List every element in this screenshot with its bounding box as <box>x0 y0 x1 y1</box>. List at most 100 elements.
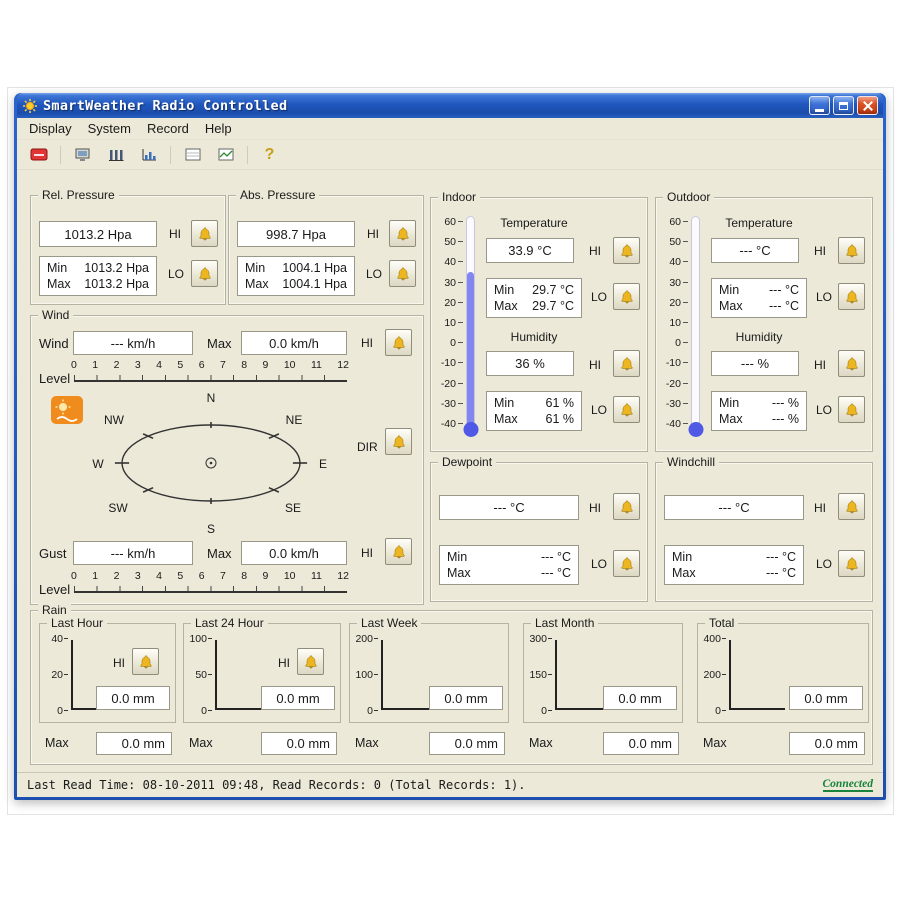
rain-week-max-field[interactable]: 0.0 mm <box>429 732 505 755</box>
windchill-lo-alarm-button[interactable] <box>838 550 865 577</box>
scale-tick-label: 4 <box>156 359 162 371</box>
indoor-hum-hi-alarm-button[interactable] <box>613 350 640 377</box>
indoor-temp-minmax-field[interactable]: Min29.7 °C Max29.7 °C <box>486 278 582 318</box>
outdoor-humidity-field[interactable]: --- % <box>711 351 799 376</box>
rain-month-max-field[interactable]: 0.0 mm <box>603 732 679 755</box>
rain-hour-value-field[interactable]: 0.0 mm <box>96 686 170 710</box>
rel-pressure-minmax-field[interactable]: Min1013.2 Hpa Max1013.2 Hpa <box>39 256 157 296</box>
rain-scale-label: 150 <box>529 669 552 681</box>
rain-month-value-field[interactable]: 0.0 mm <box>603 686 677 710</box>
abs-pressure-max: 1004.1 Hpa <box>282 277 347 291</box>
help-button[interactable]: ? <box>256 143 283 167</box>
rain-total-value-field[interactable]: 0.0 mm <box>789 686 863 710</box>
min-label: Min <box>494 283 514 297</box>
abs-pressure-lo-alarm-button[interactable] <box>389 260 416 287</box>
outdoor-hum-lo-alarm-button[interactable] <box>838 396 865 423</box>
bell-icon <box>844 289 860 305</box>
humidity-label: Humidity <box>486 330 582 344</box>
rel-pressure-value-field[interactable]: 1013.2 Hpa <box>39 221 157 247</box>
exit-button[interactable] <box>25 143 52 167</box>
wind-dir-alarm-button[interactable] <box>385 428 412 455</box>
dewpoint-group: Dewpoint --- °C HI Min--- °C Max--- °C L… <box>430 462 648 602</box>
indoor-temp-lo-alarm-button[interactable] <box>613 283 640 310</box>
rain-hour-value: 0.0 mm <box>111 691 154 706</box>
rain-hour-max-field[interactable]: 0.0 mm <box>96 732 172 755</box>
bell-icon <box>391 335 407 351</box>
title-bar[interactable]: SmartWeather Radio Controlled <box>17 93 883 118</box>
outdoor-temperature-field[interactable]: --- °C <box>711 238 799 263</box>
rain-24h-hi-alarm-button[interactable] <box>297 648 324 675</box>
wind-max-field[interactable]: 0.0 km/h <box>241 331 347 355</box>
abs-pressure-value: 998.7 Hpa <box>266 227 326 242</box>
rain-week-value-field[interactable]: 0.0 mm <box>429 686 503 710</box>
wind-hi-alarm-button[interactable] <box>385 329 412 356</box>
rain-scale-label: 0 <box>367 705 378 717</box>
rel-pressure-lo-alarm-button[interactable] <box>191 260 218 287</box>
minmax-row: Max--- % <box>719 412 799 426</box>
dewpoint-minmax-field[interactable]: Min--- °C Max--- °C <box>439 545 579 585</box>
abs-pressure-minmax-field[interactable]: Min1004.1 Hpa Max1004.1 Hpa <box>237 256 355 296</box>
indoor-hum-lo-alarm-button[interactable] <box>613 396 640 423</box>
dewpoint-value-field[interactable]: --- °C <box>439 495 579 520</box>
wind-speed-field[interactable]: --- km/h <box>73 331 193 355</box>
thermo-scale-label: -30 <box>441 398 463 410</box>
outdoor-temp-min: --- °C <box>769 283 799 297</box>
indoor-humidity-field[interactable]: 36 % <box>486 351 574 376</box>
gust-hi-alarm-button[interactable] <box>385 538 412 565</box>
outdoor-temp-lo-alarm-button[interactable] <box>838 283 865 310</box>
windchill-hi-alarm-button[interactable] <box>838 493 865 520</box>
rain-24h-max-field[interactable]: 0.0 mm <box>261 732 337 755</box>
menu-system[interactable]: System <box>80 119 139 138</box>
outdoor-temp-minmax-field[interactable]: Min --- °C Max--- °C <box>711 278 807 318</box>
outdoor-hum-minmax-field[interactable]: Min--- % Max--- % <box>711 391 807 431</box>
indoor-temperature-value: 33.9 °C <box>508 243 552 258</box>
menu-record[interactable]: Record <box>139 119 197 138</box>
maximize-button[interactable] <box>833 96 854 115</box>
minmax-row: Max--- °C <box>719 299 799 313</box>
gust-max-value: 0.0 km/h <box>269 546 319 561</box>
bell-icon <box>395 226 411 242</box>
bell-icon <box>844 499 860 515</box>
bell-icon <box>844 556 860 572</box>
thermo-scale-label: 40 <box>669 256 688 268</box>
gust-max-field[interactable]: 0.0 km/h <box>241 541 347 565</box>
thermometer-scale: 6050403020100-10-20-30-40 <box>437 216 463 430</box>
rel-pressure-hi-alarm-button[interactable] <box>191 220 218 247</box>
min-label: Min <box>719 283 739 297</box>
lo-label: LO <box>591 290 607 304</box>
windchill-minmax-field[interactable]: Min--- °C Max--- °C <box>664 545 804 585</box>
abs-pressure-hi-alarm-button[interactable] <box>389 220 416 247</box>
hi-label: HI <box>169 227 181 241</box>
chart-button[interactable] <box>135 143 162 167</box>
compass-label-e: E <box>319 457 327 471</box>
close-button[interactable] <box>857 96 878 115</box>
windchill-value-field[interactable]: --- °C <box>664 495 804 520</box>
indoor-temperature-field[interactable]: 33.9 °C <box>486 238 574 263</box>
rain-total-max-field[interactable]: 0.0 mm <box>789 732 865 755</box>
outdoor-hum-hi-alarm-button[interactable] <box>838 350 865 377</box>
rel-pressure-max: 1013.2 Hpa <box>84 277 149 291</box>
min-label: Min <box>672 550 692 564</box>
dewpoint-hi-alarm-button[interactable] <box>613 493 640 520</box>
abs-pressure-value-field[interactable]: 998.7 Hpa <box>237 221 355 247</box>
max-label: Max <box>189 736 213 750</box>
menu-help[interactable]: Help <box>197 119 240 138</box>
menu-display[interactable]: Display <box>21 119 80 138</box>
report-button[interactable] <box>179 143 206 167</box>
graph-button[interactable] <box>212 143 239 167</box>
minimize-button[interactable] <box>809 96 830 115</box>
scale-tick-label: 8 <box>241 570 247 582</box>
gust-speed-value: --- km/h <box>111 546 156 561</box>
gust-speed-field[interactable]: --- km/h <box>73 541 193 565</box>
indoor-hum-minmax-field[interactable]: Min61 % Max61 % <box>486 391 582 431</box>
rain-hour-hi-alarm-button[interactable] <box>132 648 159 675</box>
outdoor-temp-hi-alarm-button[interactable] <box>838 237 865 264</box>
rain-chart-scale: 2001000 <box>352 633 378 717</box>
outdoor-hum-max: --- % <box>772 412 799 426</box>
gauge-button[interactable] <box>102 143 129 167</box>
indoor-temp-hi-alarm-button[interactable] <box>613 237 640 264</box>
dewpoint-lo-alarm-button[interactable] <box>613 550 640 577</box>
station-button[interactable] <box>69 143 96 167</box>
toolbar-separator <box>170 146 171 164</box>
rain-24h-value-field[interactable]: 0.0 mm <box>261 686 335 710</box>
